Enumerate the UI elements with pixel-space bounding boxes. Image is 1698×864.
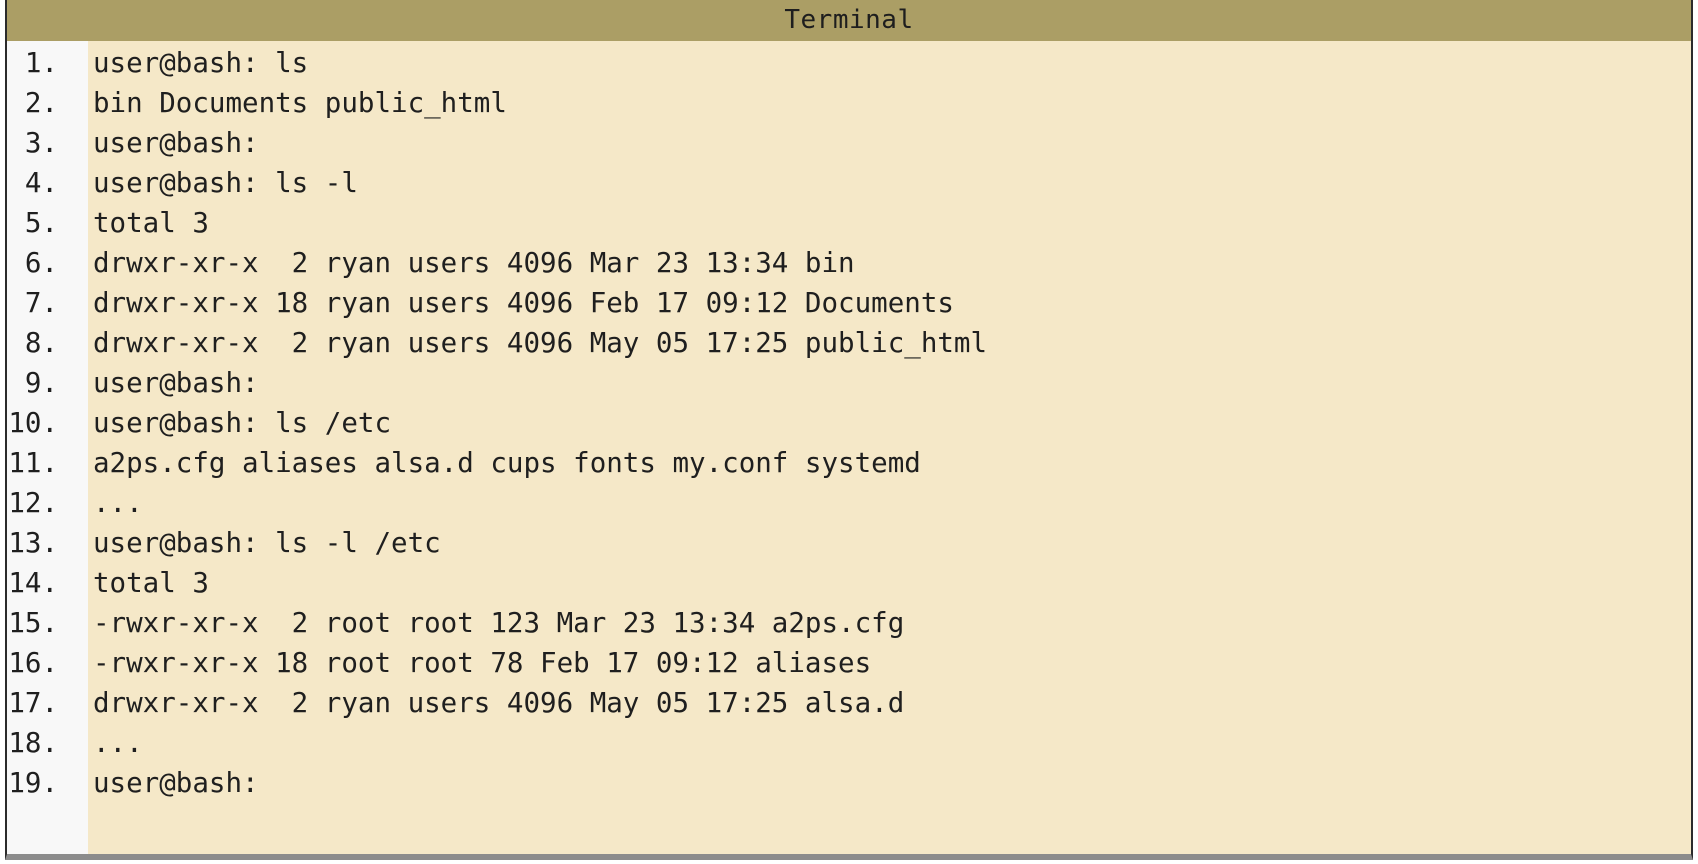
line-number: 4.: [24, 167, 58, 199]
line-text[interactable]: total 3: [71, 563, 209, 603]
terminal-line: 11. a2ps.cfg aliases alsa.d cups fonts my…: [7, 443, 1691, 483]
line-number: 15.: [8, 607, 58, 639]
line-number: 8.: [24, 327, 58, 359]
line-text[interactable]: a2ps.cfg aliases alsa.d cups fonts my.co…: [71, 443, 921, 483]
line-number: 9.: [24, 367, 58, 399]
terminal-line: 12....: [7, 483, 1691, 523]
line-number: 16.: [8, 647, 58, 679]
window-title: Terminal: [7, 0, 1691, 41]
line-number: 5.: [24, 207, 58, 239]
line-text[interactable]: user@bash: ls: [71, 43, 308, 83]
line-text[interactable]: user@bash: ls -l /etc: [71, 523, 441, 563]
line-text[interactable]: bin Documents public_html: [71, 83, 507, 123]
line-number: 2.: [24, 87, 58, 119]
line-number: 17.: [8, 687, 58, 719]
terminal-line: 7. drwxr-xr-x 18 ryan users 4096 Feb 17 0…: [7, 283, 1691, 323]
line-number: 18.: [8, 727, 58, 759]
terminal-line: 17. drwxr-xr-x 2 ryan users 4096 May 05 1…: [7, 683, 1691, 723]
terminal-line: 8. drwxr-xr-x 2 ryan users 4096 May 05 17…: [7, 323, 1691, 363]
line-text[interactable]: drwxr-xr-x 2 ryan users 4096 May 05 17:2…: [71, 323, 987, 363]
line-text[interactable]: drwxr-xr-x 2 ryan users 4096 May 05 17:2…: [71, 683, 904, 723]
line-text[interactable]: -rwxr-xr-x 2 root root 123 Mar 23 13:34 …: [71, 603, 904, 643]
line-number: 11.: [8, 447, 58, 479]
terminal-line: 6. drwxr-xr-x 2 ryan users 4096 Mar 23 13…: [7, 243, 1691, 283]
line-number: 3.: [24, 127, 58, 159]
terminal-line: 18....: [7, 723, 1691, 763]
terminal-line: 16. -rwxr-xr-x 18 root root 78 Feb 17 09:…: [7, 643, 1691, 683]
line-number: 10.: [8, 407, 58, 439]
line-number: 19.: [8, 767, 58, 799]
terminal-line: 10. user@bash: ls /etc: [7, 403, 1691, 443]
terminal-window: Terminal 1. user@bash: ls 2. bin Documents…: [5, 0, 1693, 860]
terminal-line: 5. total 3: [7, 203, 1691, 243]
terminal-line: 2. bin Documents public_html: [7, 83, 1691, 123]
terminal-line: 1. user@bash: ls: [7, 43, 1691, 83]
line-text[interactable]: -rwxr-xr-x 18 root root 78 Feb 17 09:12 …: [71, 643, 871, 683]
terminal-line: 15. -rwxr-xr-x 2 root root 123 Mar 23 13:…: [7, 603, 1691, 643]
line-text[interactable]: ...: [71, 723, 143, 763]
line-text[interactable]: ...: [71, 483, 143, 523]
line-text[interactable]: total 3: [71, 203, 209, 243]
line-number: 14.: [8, 567, 58, 599]
line-number: 1.: [24, 47, 58, 79]
line-text[interactable]: user@bash:: [71, 123, 259, 163]
line-number: 13.: [8, 527, 58, 559]
terminal-line: 3. user@bash:: [7, 123, 1691, 163]
line-text[interactable]: user@bash:: [71, 363, 259, 403]
terminal-line: 13. user@bash: ls -l /etc: [7, 523, 1691, 563]
line-number: 7.: [24, 287, 58, 319]
terminal-line: 19. user@bash:: [7, 763, 1691, 803]
terminal-line: 4. user@bash: ls -l: [7, 163, 1691, 203]
terminal-lines: 1. user@bash: ls 2. bin Documents public_h…: [7, 41, 1691, 803]
line-text[interactable]: user@bash: ls /etc: [71, 403, 391, 443]
line-number: 6.: [24, 247, 58, 279]
line-number: 12.: [8, 487, 58, 519]
line-text[interactable]: user@bash: ls -l: [71, 163, 358, 203]
line-text[interactable]: user@bash:: [71, 763, 259, 803]
line-text[interactable]: drwxr-xr-x 2 ryan users 4096 Mar 23 13:3…: [71, 243, 855, 283]
line-text[interactable]: drwxr-xr-x 18 ryan users 4096 Feb 17 09:…: [71, 283, 954, 323]
terminal-content[interactable]: 1. user@bash: ls 2. bin Documents public_h…: [7, 41, 1691, 854]
terminal-line: 9. user@bash:: [7, 363, 1691, 403]
terminal-line: 14. total 3: [7, 563, 1691, 603]
